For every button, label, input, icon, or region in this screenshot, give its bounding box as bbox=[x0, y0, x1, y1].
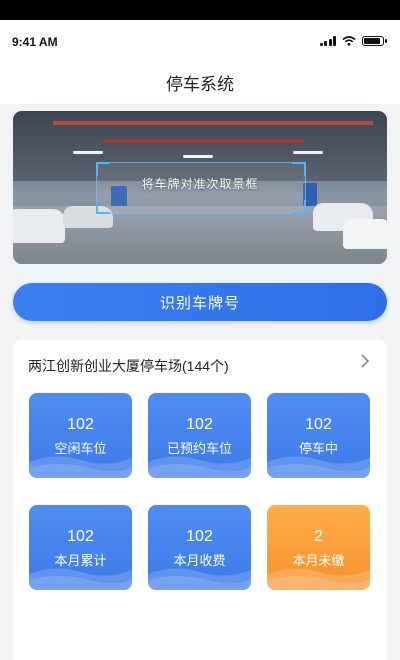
stat-value: 2 bbox=[314, 528, 323, 545]
stat-value: 102 bbox=[186, 416, 213, 433]
stat-label: 本月收费 bbox=[173, 553, 226, 568]
recognize-plate-button[interactable]: 识别车牌号 bbox=[13, 283, 387, 321]
stat-tile-reserved-spaces[interactable]: 102 已预约车位 bbox=[148, 393, 251, 478]
chevron-right-icon[interactable] bbox=[357, 354, 373, 372]
stat-value: 102 bbox=[186, 528, 213, 545]
stat-tile-free-spaces[interactable]: 102 空闲车位 bbox=[29, 393, 132, 478]
stat-tile-month-unpaid[interactable]: 2 本月未缴 bbox=[267, 505, 370, 590]
status-icons bbox=[319, 36, 387, 46]
signal-icon bbox=[319, 36, 336, 46]
camera-car bbox=[343, 219, 387, 249]
status-time: 9:41 AM bbox=[12, 35, 58, 49]
camera-pipe bbox=[53, 121, 373, 125]
camera-light bbox=[183, 155, 213, 158]
stat-label: 本月累计 bbox=[54, 553, 107, 568]
camera-car bbox=[13, 209, 65, 243]
wifi-icon bbox=[342, 36, 356, 46]
stat-label: 停车中 bbox=[298, 441, 338, 456]
stat-value: 102 bbox=[67, 416, 94, 433]
stat-label: 本月未缴 bbox=[292, 553, 345, 568]
stat-label: 已预约车位 bbox=[166, 441, 232, 456]
scan-hint: 将车牌对准次取景框 bbox=[141, 177, 259, 191]
camera-pipe bbox=[103, 139, 303, 143]
stat-tile-month-total[interactable]: 102 本月累计 bbox=[29, 505, 132, 590]
battery-icon bbox=[362, 36, 387, 46]
stat-tile-month-revenue[interactable]: 102 本月收费 bbox=[148, 505, 251, 590]
stat-value: 102 bbox=[67, 528, 94, 545]
page-title: 停车系统 bbox=[166, 75, 234, 94]
stat-value: 102 bbox=[305, 416, 332, 433]
parking-lot-card: 两江创新创业大厦停车场(144个) 102 空闲车位 102 已预约车位 102… bbox=[13, 340, 387, 660]
camera-light bbox=[73, 151, 103, 154]
stat-tile-parking[interactable]: 102 停车中 bbox=[267, 393, 370, 478]
stat-label: 空闲车位 bbox=[54, 441, 107, 456]
camera-viewfinder: 将车牌对准次取景框 bbox=[13, 111, 387, 264]
parking-lot-name[interactable]: 两江创新创业大厦停车场(144个) bbox=[28, 356, 229, 376]
camera-light bbox=[293, 151, 323, 154]
